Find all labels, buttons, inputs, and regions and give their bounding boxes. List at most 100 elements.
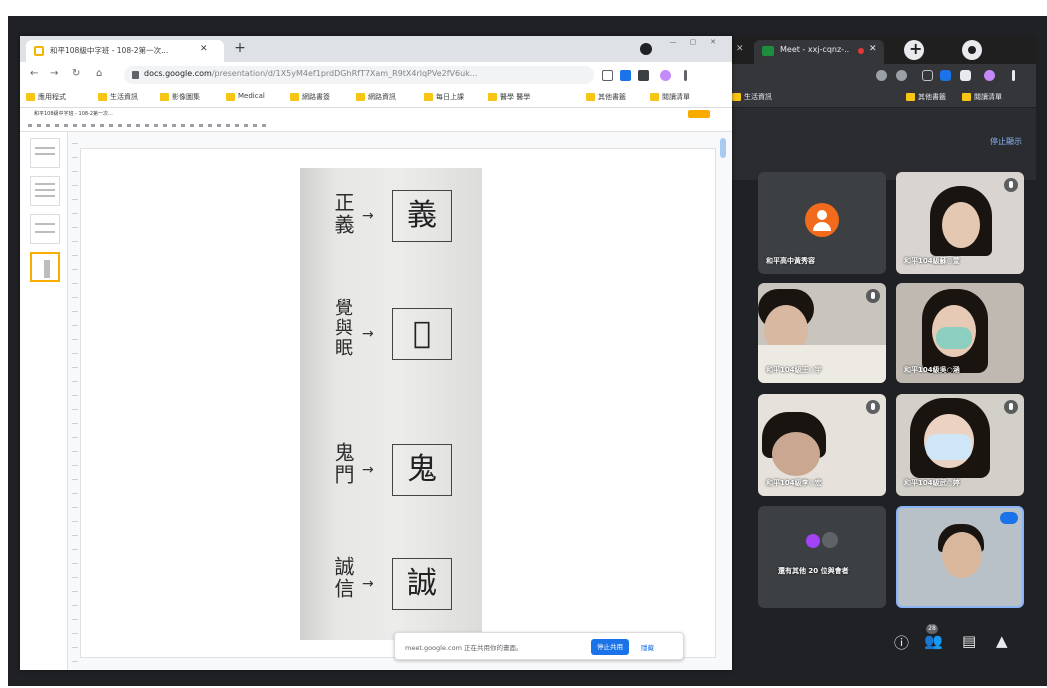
reload-icon[interactable]: ↻: [72, 68, 80, 79]
slides-tab[interactable]: 和平108級中字班 - 108-2第一次... ✕: [26, 40, 224, 62]
tab-title: 和平108級中字班 - 108-2第一次...: [50, 46, 169, 55]
bookmark-item[interactable]: 生活資訊: [98, 92, 138, 102]
bookmark-item[interactable]: 網路資訊: [356, 92, 396, 102]
maximize-icon[interactable]: ▢: [684, 38, 702, 48]
extension-icon[interactable]: [602, 70, 613, 81]
new-tab-button[interactable]: [904, 39, 924, 60]
stop-presenting-button[interactable]: 停止顯示: [990, 136, 1022, 147]
participant-avatars: [806, 532, 840, 556]
url-text: docs.google.com/presentation/d/1X5yM4ef1…: [144, 69, 544, 78]
menu-icon[interactable]: [1012, 70, 1015, 81]
participant-tile[interactable]: 和平104級吳○涵: [896, 283, 1024, 383]
slide-thumbnail-selected[interactable]: [30, 252, 60, 282]
character-pair: 正義 → 義: [300, 186, 482, 266]
character-pair: 覺與眠 → 𪾶: [300, 298, 482, 378]
combined-character: 義: [392, 190, 452, 242]
mic-off-icon: [1004, 178, 1018, 192]
menu-icon[interactable]: [684, 70, 687, 81]
puzzle-icon[interactable]: [638, 70, 649, 81]
key-icon[interactable]: [876, 70, 887, 81]
home-icon[interactable]: ⌂: [96, 68, 102, 79]
arrow-icon: →: [362, 326, 374, 342]
scrollbar[interactable]: [720, 138, 726, 158]
bookmark-item[interactable]: 其他書籤: [906, 92, 946, 104]
face-mask: [926, 434, 972, 460]
bookmark-item[interactable]: 其他書籤: [586, 92, 626, 102]
present-button[interactable]: [688, 110, 710, 118]
participant-tile[interactable]: 和平104級蘇○萱: [896, 172, 1024, 274]
slide-thumbnail[interactable]: [30, 176, 60, 206]
profile-avatar-icon[interactable]: [660, 70, 671, 81]
source-characters: 覺與眠: [332, 298, 353, 358]
participant-clothes: [758, 345, 886, 383]
bookmark-item[interactable]: 影像圖集: [160, 92, 200, 102]
participant-tile[interactable]: 和平104級王○宇: [758, 283, 886, 383]
extension-icon[interactable]: [620, 70, 631, 81]
bookmark-item[interactable]: 網路書簽: [290, 92, 330, 102]
extension-icon[interactable]: [940, 70, 951, 81]
slide-thumbnail[interactable]: [30, 214, 60, 244]
bookmark-item[interactable]: 每日上課: [424, 92, 464, 102]
source-characters: 正義: [331, 192, 355, 236]
bookmark-item[interactable]: 醫學 醫學: [488, 92, 530, 102]
avatar-icon: [806, 534, 820, 548]
vertical-ruler: [72, 132, 78, 662]
self-view-tile[interactable]: [896, 506, 1024, 608]
profile-avatar-icon[interactable]: [984, 70, 995, 81]
people-icon[interactable]: 👥: [924, 632, 943, 650]
avatar-icon: [822, 532, 838, 548]
bookmark-item[interactable]: 生活資訊: [732, 92, 772, 104]
forward-icon[interactable]: →: [50, 68, 58, 79]
slide-thumbnail[interactable]: [30, 138, 60, 168]
close-tab-icon[interactable]: ✕: [200, 44, 208, 54]
more-participants-tile[interactable]: 還有其他 20 位與會者: [758, 506, 886, 608]
info-icon[interactable]: ⓘ: [894, 632, 909, 653]
bookmark-item[interactable]: 應用程式: [26, 92, 66, 102]
meet-toolbar: [726, 64, 1036, 88]
chat-icon[interactable]: ▤: [962, 632, 976, 650]
close-window-icon[interactable]: ✕: [704, 38, 722, 48]
more-participants-label: 還有其他 20 位與會者: [778, 567, 849, 575]
minimize-icon[interactable]: —: [664, 38, 682, 48]
meet-tab-title: Meet - xxj-cqnz-...: [780, 45, 850, 54]
combined-character: 𪾶: [392, 308, 452, 360]
combined-character: 誠: [392, 558, 452, 610]
meet-controls: ⓘ 28 👥 ▤ ▲: [726, 624, 1036, 670]
account-icon[interactable]: [640, 43, 652, 55]
bookmarks-bar: 應用程式 生活資訊 影像圖集 Medical 網路書簽 網路資訊 每日上課 醫學…: [20, 88, 732, 108]
address-bar[interactable]: docs.google.com/presentation/d/1X5yM4ef1…: [124, 66, 594, 84]
url-path: /presentation/d/1X5yM4ef1prdDGhRfT7Xam_R…: [211, 69, 478, 78]
close-tab-icon[interactable]: ✕: [736, 44, 744, 54]
lock-icon: [132, 71, 139, 79]
participant-tile[interactable]: 和平104級武○婷: [896, 394, 1024, 496]
participant-face: [942, 532, 982, 578]
screen-share-bar: meet.google.com 正在共用你的畫面。 停止共用 隱藏: [394, 632, 684, 660]
combined-character: 鬼: [392, 444, 452, 496]
doc-title[interactable]: 和平108級中字班 - 108-2第一次...: [34, 110, 113, 117]
extension-icon[interactable]: [922, 70, 933, 81]
filmstrip: [20, 132, 68, 670]
participant-tile[interactable]: 和平104級李○宏: [758, 394, 886, 496]
participant-name: 和平104級吳○涵: [904, 366, 960, 374]
star-icon[interactable]: [896, 70, 907, 81]
participant-name: 和平104級李○宏: [766, 479, 822, 487]
back-icon[interactable]: ←: [30, 68, 38, 79]
participant-tile[interactable]: 和平高中黃秀容: [758, 172, 886, 274]
meet-tab[interactable]: Meet - xxj-cqnz-... ✕: [754, 40, 884, 64]
character-pair: 誠信 → 誠: [300, 554, 482, 634]
participant-name: 和平104級王○宇: [766, 366, 822, 374]
more-options-icon[interactable]: [1000, 512, 1018, 524]
profile-icon[interactable]: [962, 40, 982, 60]
participant-name: 和平104級蘇○萱: [904, 257, 960, 265]
stop-sharing-button[interactable]: 停止共用: [591, 639, 629, 655]
handwriting-image[interactable]: 正義 → 義 覺與眠 → 𪾶 鬼門 → 鬼 誠信 → 誠: [300, 168, 482, 640]
toolbar-icons[interactable]: [28, 124, 268, 127]
bookmark-item[interactable]: 閱讀清單: [650, 92, 690, 102]
hide-button[interactable]: 隱藏: [641, 642, 654, 652]
new-tab-button[interactable]: +: [232, 41, 248, 57]
close-tab-icon[interactable]: ✕: [869, 44, 877, 54]
activities-icon[interactable]: ▲: [996, 632, 1008, 650]
bookmark-item[interactable]: Medical: [226, 92, 265, 101]
puzzle-icon[interactable]: [960, 70, 971, 81]
bookmark-item[interactable]: 閱讀清單: [962, 92, 1002, 104]
